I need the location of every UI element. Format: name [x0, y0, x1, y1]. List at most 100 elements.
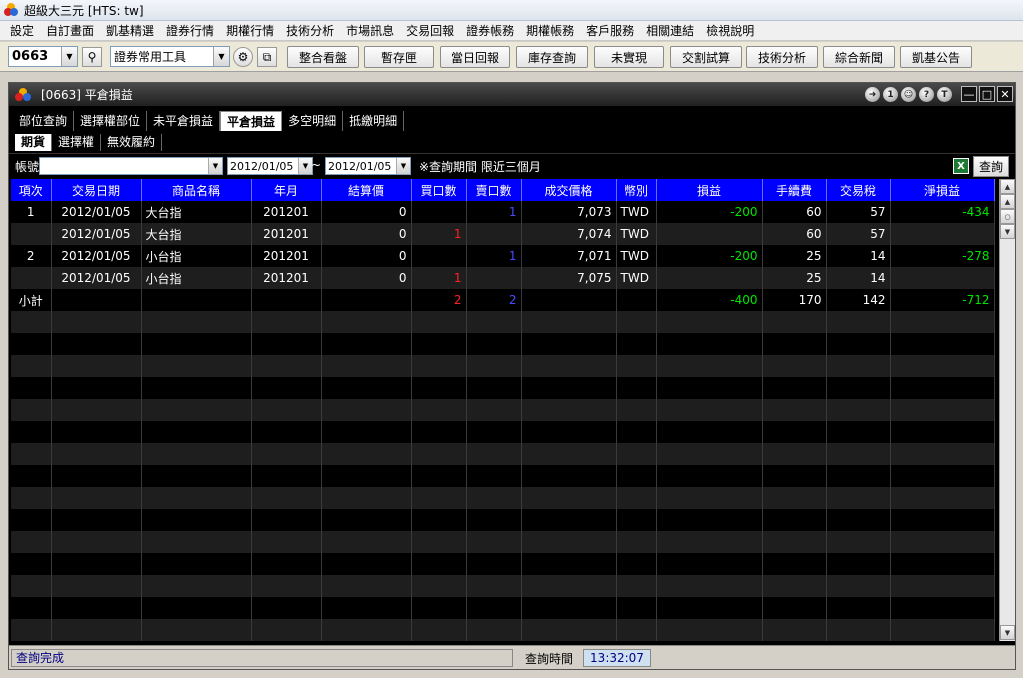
chevron-down-icon[interactable]: ▼ [396, 158, 410, 174]
date-to-picker[interactable]: 2012/01/05 ▼ [325, 157, 411, 175]
subtab-item[interactable]: 選擇權 [52, 133, 102, 151]
subtab-item[interactable]: 無效履約 [101, 133, 163, 151]
menu-item[interactable]: 證券帳務 [460, 21, 520, 41]
table-row[interactable]: 2012/01/05 大台指 201201 0 1 7,074 TWD 60 57 [11, 223, 995, 245]
link-icon[interactable]: ➜ [865, 87, 880, 102]
table-cell: 7,074 [521, 223, 617, 245]
menu-item[interactable]: 檢視說明 [700, 21, 760, 41]
table-cell [11, 509, 52, 531]
empty-row [11, 531, 995, 553]
toolbar-button[interactable]: 綜合新聞 [823, 46, 895, 68]
table-cell: TWD [616, 267, 657, 289]
tab-item[interactable]: 抵繳明細 [343, 111, 405, 131]
empty-row [11, 443, 995, 465]
table-cell: 2012/01/05 [51, 245, 142, 267]
table-cell [51, 465, 142, 487]
table-cell [51, 597, 142, 619]
menu-item[interactable]: 客戶服務 [580, 21, 640, 41]
table-cell [11, 487, 52, 509]
menu-item[interactable]: 自訂畫面 [40, 21, 100, 41]
stock-code-combo[interactable]: 0663 ▼ [8, 46, 78, 67]
empty-row [11, 333, 995, 355]
menu-item[interactable]: 市場訊息 [340, 21, 400, 41]
chevron-down-icon[interactable]: ▼ [213, 47, 229, 66]
menu-item[interactable]: 期權帳務 [520, 21, 580, 41]
column-header[interactable]: 結算價 [321, 179, 412, 201]
toolbar-button[interactable]: 庫存查詢 [516, 46, 588, 68]
table-cell [141, 553, 252, 575]
table-cell [890, 531, 995, 553]
toolbar-button[interactable]: 技術分析 [746, 46, 818, 68]
tab-item[interactable]: 多空明細 [282, 111, 344, 131]
table-cell [826, 355, 891, 377]
table-row[interactable]: 1 2012/01/05 大台指 201201 0 1 7,073 TWD -200 60 57 -4… [11, 201, 995, 223]
column-header[interactable]: 商品名稱 [141, 179, 252, 201]
menu-item[interactable]: 凱基精選 [100, 21, 160, 41]
tab-item[interactable]: 部位查詢 [13, 111, 75, 131]
round-button-1[interactable]: 1 [883, 87, 898, 102]
column-header[interactable]: 買口數 [411, 179, 467, 201]
tab-item[interactable]: 平倉損益 [220, 111, 283, 131]
gear-icon[interactable]: ⚙ [233, 47, 253, 67]
table-cell [826, 575, 891, 597]
toolbar-button[interactable]: 暫存匣 [364, 46, 434, 68]
minimize-icon[interactable]: — [961, 86, 977, 102]
column-header[interactable]: 成交價格 [521, 179, 617, 201]
column-header[interactable]: 交易日期 [51, 179, 142, 201]
column-header[interactable]: 淨損益 [890, 179, 995, 201]
column-header[interactable]: 賣口數 [466, 179, 522, 201]
table-cell: 1 [466, 245, 522, 267]
column-header[interactable]: 項次 [11, 179, 52, 201]
date-from-picker[interactable]: 2012/01/05 ▼ [227, 157, 313, 175]
menu-item[interactable]: 技術分析 [280, 21, 340, 41]
chevron-down-icon[interactable]: ▼ [298, 158, 312, 174]
scroll-bottom-icon[interactable]: ▼ [1000, 625, 1015, 640]
table-row[interactable]: 2012/01/05 小台指 201201 0 1 7,075 TWD 25 14 [11, 267, 995, 289]
menu-item[interactable]: 設定 [4, 21, 40, 41]
table-cell [411, 597, 467, 619]
scroll-top-icon[interactable]: ▲ [1000, 179, 1015, 194]
help-icon[interactable]: ? [919, 87, 934, 102]
column-header[interactable]: 手續費 [762, 179, 827, 201]
vertical-scrollbar[interactable]: ▲ ▲ ○ ▼ ▼ [999, 179, 1015, 641]
scroll-down-icon[interactable]: ▼ [1000, 224, 1015, 239]
table-cell [521, 531, 617, 553]
toolbar-button[interactable]: 整合看盤 [287, 46, 359, 68]
menu-item[interactable]: 期權行情 [220, 21, 280, 41]
maximize-icon[interactable]: □ [979, 86, 995, 102]
column-header[interactable]: 年月 [251, 179, 322, 201]
robot-icon[interactable]: ☺ [901, 87, 916, 102]
column-header[interactable]: 損益 [656, 179, 763, 201]
toolbar-button[interactable]: 未實現 [594, 46, 664, 68]
tab-item[interactable]: 未平倉損益 [147, 111, 221, 131]
table-cell [521, 465, 617, 487]
chevron-down-icon[interactable]: ▼ [208, 158, 222, 174]
table-cell [11, 223, 52, 245]
scroll-thumb[interactable]: ○ [1000, 209, 1015, 224]
column-header[interactable]: 幣別 [616, 179, 657, 201]
table-cell: TWD [616, 245, 657, 267]
toolbar-button[interactable]: 交割試算 [670, 46, 742, 68]
date-to-value: 2012/01/05 [328, 159, 392, 173]
table-cell [890, 597, 995, 619]
menu-item[interactable]: 證券行情 [160, 21, 220, 41]
excel-export-icon[interactable]: X [953, 158, 969, 174]
round-button-t[interactable]: T [937, 87, 952, 102]
close-icon[interactable]: ✕ [997, 86, 1013, 102]
tab-item[interactable]: 選擇權部位 [74, 111, 148, 131]
chevron-down-icon[interactable]: ▼ [61, 47, 77, 66]
query-button[interactable]: 查詢 [973, 156, 1009, 177]
scroll-up-icon[interactable]: ▲ [1000, 194, 1015, 209]
new-window-icon[interactable]: ⧉ [257, 47, 277, 67]
search-icon[interactable]: ⚲ [82, 47, 102, 67]
table-cell [826, 377, 891, 399]
table-row[interactable]: 2 2012/01/05 小台指 201201 0 1 7,071 TWD -200 25 14 -2… [11, 245, 995, 267]
account-select[interactable]: ▼ [39, 157, 223, 175]
toolbar-button[interactable]: 凱基公告 [900, 46, 972, 68]
toolbar-button[interactable]: 當日回報 [440, 46, 510, 68]
menu-item[interactable]: 交易回報 [400, 21, 460, 41]
column-header[interactable]: 交易稅 [826, 179, 891, 201]
subtab-item[interactable]: 期貨 [15, 133, 53, 151]
tool-group-combo[interactable]: 證券常用工具 ▼ [110, 46, 230, 67]
menu-item[interactable]: 相關連結 [640, 21, 700, 41]
